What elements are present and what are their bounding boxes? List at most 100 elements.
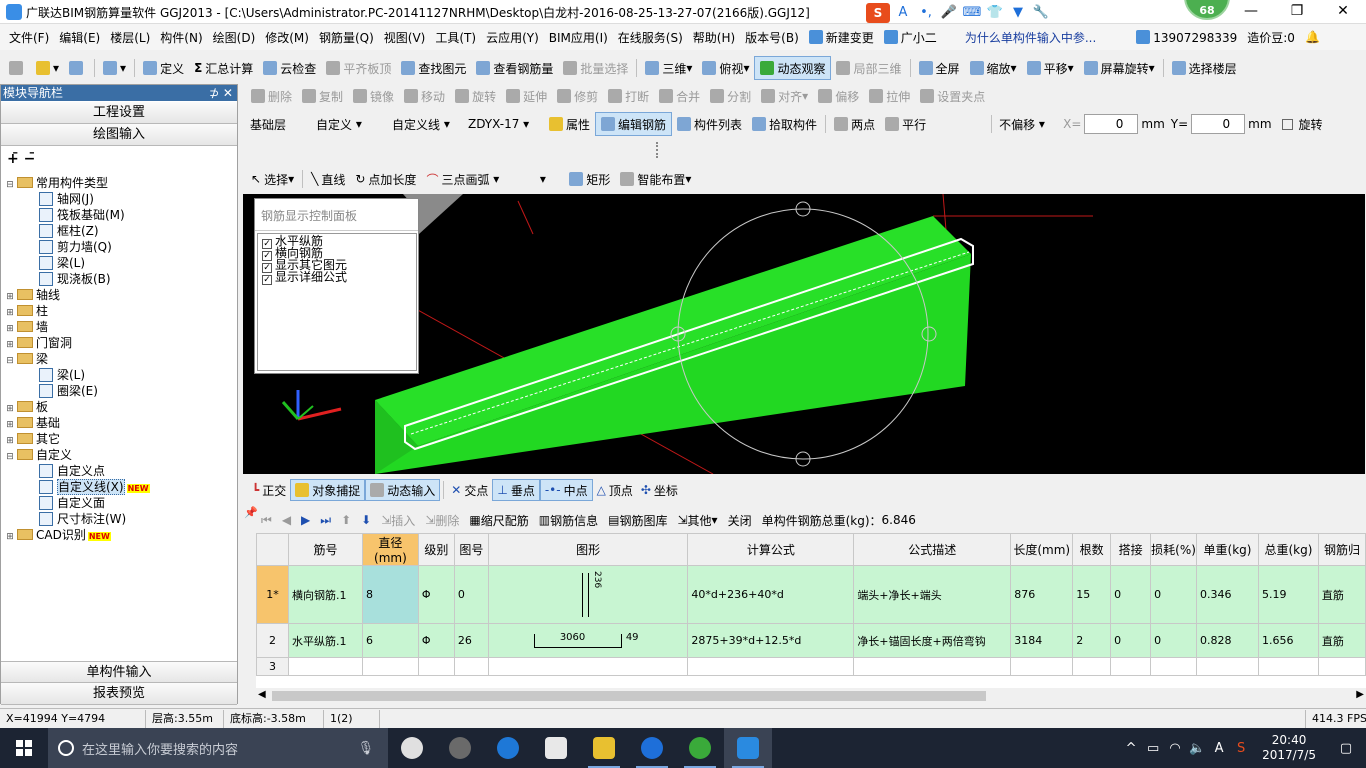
align-button[interactable]: 对齐 ▾ bbox=[756, 84, 813, 108]
menu-view[interactable]: 视图(V) bbox=[379, 29, 431, 46]
x-input[interactable]: 0 bbox=[1084, 114, 1139, 134]
cell-unit-weight[interactable] bbox=[1196, 657, 1259, 676]
menu-tools[interactable]: 工具(T) bbox=[430, 29, 481, 46]
tree-item[interactable]: ⊟ 自定义 bbox=[5, 447, 235, 463]
table-row[interactable]: 1* 横向钢筋.1 8 Φ 0 236 40*d+236+40*d 端头+净长+… bbox=[256, 565, 1366, 624]
menu-bim[interactable]: BIM应用(I) bbox=[544, 29, 613, 46]
insert-row-button[interactable]: ⇲ 插入 bbox=[376, 512, 420, 529]
select-floor-button[interactable]: 选择楼层 bbox=[1167, 56, 1242, 80]
undo-button[interactable]: ▾ bbox=[98, 56, 131, 80]
tree-item[interactable]: 自定义面 bbox=[5, 495, 235, 511]
cell-description[interactable] bbox=[853, 657, 1012, 676]
cell-shape[interactable]: 3060 49 bbox=[487, 623, 689, 658]
col-figure[interactable]: 图号 bbox=[453, 533, 489, 566]
row-index[interactable]: 2 bbox=[256, 623, 289, 658]
cell-grade[interactable]: Φ bbox=[417, 623, 455, 658]
wrench-icon[interactable]: 🔧 bbox=[1031, 3, 1051, 23]
clock[interactable]: 20:40 2017/7/5 bbox=[1252, 733, 1326, 763]
col-length[interactable]: 长度(mm) bbox=[1010, 533, 1074, 566]
tree-item[interactable]: ⊞ 墙 bbox=[5, 319, 235, 335]
sogou-tray-icon[interactable]: S bbox=[1230, 741, 1252, 756]
zaojiadou[interactable]: 造价豆:0 bbox=[1242, 29, 1300, 46]
cell-name[interactable] bbox=[287, 657, 363, 676]
rebar-library-button[interactable]: ▤ 钢筋图库 bbox=[603, 512, 672, 529]
stretch-button[interactable]: 拉伸 bbox=[864, 84, 915, 108]
menu-file[interactable]: 文件(F) bbox=[4, 29, 54, 46]
calc-button[interactable]: Σ 汇总计算 bbox=[189, 56, 258, 80]
eng-settings-button[interactable]: 工程设置 bbox=[1, 102, 237, 124]
arc-button[interactable]: ⌒ 三点画弧 ▾ bbox=[421, 167, 504, 191]
cell-length[interactable]: 3184 bbox=[1010, 623, 1074, 658]
fullscreen-button[interactable]: 全屏 bbox=[914, 56, 965, 80]
battery-icon[interactable]: ▭ bbox=[1142, 741, 1164, 756]
delete-button[interactable]: 删除 bbox=[246, 84, 297, 108]
move-down-button[interactable]: ⬇ bbox=[356, 513, 376, 527]
restore-button[interactable]: ❐ bbox=[1274, 0, 1320, 24]
store-app[interactable] bbox=[532, 728, 580, 768]
tree-item[interactable]: 剪力墙(Q) bbox=[5, 239, 235, 255]
cell-name[interactable]: 横向钢筋.1 bbox=[287, 565, 363, 624]
tree-item[interactable]: 梁(L) bbox=[5, 255, 235, 271]
cell-rebar-type[interactable] bbox=[1317, 657, 1366, 676]
cell-shape[interactable] bbox=[487, 657, 689, 676]
shirt-icon[interactable]: ▼ bbox=[1008, 3, 1028, 23]
task-view-button[interactable] bbox=[388, 728, 436, 768]
cell-total-weight[interactable]: 1.656 bbox=[1257, 623, 1319, 658]
scale-rebar-button[interactable]: ▦ 缩尺配筋 bbox=[464, 512, 533, 529]
open-file-button[interactable]: ▾ bbox=[31, 56, 64, 80]
pick-component-button[interactable]: 拾取构件 bbox=[747, 112, 822, 136]
prev-record-button[interactable]: ◀ bbox=[277, 513, 296, 527]
tree-item[interactable]: ⊞ 基础 bbox=[5, 415, 235, 431]
new-change-button[interactable]: 新建变更 bbox=[804, 29, 879, 46]
tree-item[interactable]: 现浇板(B) bbox=[5, 271, 235, 287]
table-row[interactable]: 3 bbox=[256, 657, 1366, 676]
tree-item[interactable]: ⊞ 轴线 bbox=[5, 287, 235, 303]
pan-button[interactable]: 平移 ▾ bbox=[1022, 56, 1079, 80]
zoom-button[interactable]: 缩放 ▾ bbox=[965, 56, 1022, 80]
lang-indicator[interactable]: A bbox=[1208, 741, 1230, 756]
rotate-checkbox-box[interactable] bbox=[1281, 118, 1293, 130]
toolbar-grip[interactable] bbox=[656, 142, 660, 158]
tree-item[interactable]: 梁(L) bbox=[5, 367, 235, 383]
cell-length[interactable]: 876 bbox=[1010, 565, 1074, 624]
explorer-app[interactable] bbox=[580, 728, 628, 768]
dynamic-input-button[interactable]: 动态输入 bbox=[365, 479, 441, 501]
3d-button[interactable]: 三维 ▾ bbox=[640, 56, 697, 80]
notification-icon[interactable]: ▢ bbox=[1326, 741, 1366, 756]
cell-diameter[interactable]: 8 bbox=[361, 565, 419, 624]
menu-edit[interactable]: 编辑(E) bbox=[54, 29, 105, 46]
grip-button[interactable]: 设置夹点 bbox=[915, 84, 990, 108]
col-rebar-type[interactable]: 钢筋归 bbox=[1317, 533, 1366, 566]
cell-loss[interactable] bbox=[1150, 657, 1198, 676]
cell-shape[interactable]: 236 bbox=[487, 565, 689, 624]
draw-input-button[interactable]: 绘图输入 bbox=[1, 124, 237, 146]
close-grid-button[interactable]: 关闭 bbox=[723, 512, 757, 529]
two-points-button[interactable]: 两点 bbox=[829, 112, 880, 136]
cell-total-weight[interactable] bbox=[1257, 657, 1319, 676]
define-button[interactable]: 定义 bbox=[138, 56, 189, 80]
copy-button[interactable]: 复制 bbox=[297, 84, 348, 108]
checkbox[interactable]: ✓ bbox=[262, 275, 272, 285]
close-button[interactable]: ✕ bbox=[1320, 0, 1366, 24]
col-unit-weight[interactable]: 单重(kg) bbox=[1196, 533, 1259, 566]
cell-diameter[interactable] bbox=[361, 657, 419, 676]
ime-toolbar[interactable]: S A •, 🎤 ⌨ 👕 ▼ 🔧 bbox=[866, 3, 1051, 23]
cell-length[interactable] bbox=[1010, 657, 1074, 676]
ime-mode[interactable]: A bbox=[893, 3, 913, 23]
ortho-button[interactable]: ┗ 正交 bbox=[248, 479, 290, 501]
attribute-button[interactable]: 属性 bbox=[544, 112, 595, 136]
cell-rebar-type[interactable]: 直筋 bbox=[1317, 565, 1366, 624]
midpoint-button[interactable]: -•- 中点 bbox=[539, 479, 593, 501]
tree-item[interactable]: ⊞ 门窗洞 bbox=[5, 335, 235, 351]
tree-item[interactable]: ⊟ 常用构件类型 bbox=[5, 175, 235, 191]
col-lap[interactable]: 搭接 bbox=[1110, 533, 1152, 566]
move-up-button[interactable]: ⬆ bbox=[336, 513, 356, 527]
tree-item[interactable]: 框柱(Z) bbox=[5, 223, 235, 239]
type-select[interactable]: 自定义 ▾ bbox=[312, 114, 382, 134]
tree-expander-icon[interactable]: ⊞ bbox=[5, 529, 15, 545]
subtype-select[interactable]: 自定义线 ▾ bbox=[388, 114, 458, 134]
merge-button[interactable]: 合并 bbox=[654, 84, 705, 108]
other-button[interactable]: ⇲ 其他 ▾ bbox=[672, 512, 722, 529]
delete-row-button[interactable]: ⇲ 删除 bbox=[420, 512, 464, 529]
offset-select[interactable]: 不偏移 ▾ bbox=[995, 114, 1057, 134]
